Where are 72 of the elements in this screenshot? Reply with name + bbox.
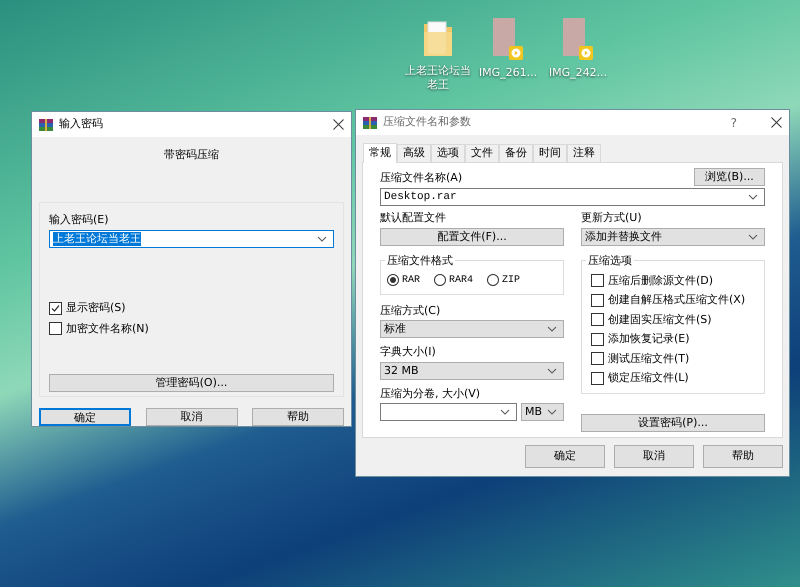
tab[interactable]: 常规 bbox=[363, 143, 397, 163]
play-icon bbox=[509, 46, 523, 60]
window-title: 压缩文件名和参数 bbox=[383, 114, 472, 130]
chevron-down-icon bbox=[748, 234, 758, 240]
browse-button[interactable]: 浏览(B)... bbox=[694, 168, 765, 186]
video-thumbnail[interactable] bbox=[493, 18, 515, 56]
checkbox-option[interactable]: 添加恢复记录(E) bbox=[591, 331, 755, 348]
checkbox-option[interactable]: 显示密码(S) bbox=[49, 300, 334, 316]
play-icon bbox=[579, 46, 593, 60]
checkbox[interactable] bbox=[49, 302, 62, 315]
archive-app-icon bbox=[363, 116, 377, 128]
checkbox[interactable] bbox=[591, 352, 604, 366]
field-label: 压缩方式(C) bbox=[380, 302, 442, 318]
dialog-heading: 带密码压缩 bbox=[164, 147, 219, 163]
tab[interactable]: 注释 bbox=[567, 144, 601, 162]
dialog-button[interactable]: 取消 bbox=[146, 408, 238, 426]
dialog-button[interactable]: 帮助 bbox=[252, 408, 344, 426]
close-icon[interactable] bbox=[333, 119, 344, 130]
checkbox-option[interactable]: 测试压缩文件(T) bbox=[591, 350, 755, 367]
radio-button[interactable] bbox=[487, 274, 500, 286]
window-title: 输入密码 bbox=[59, 116, 104, 132]
dialog-button[interactable]: 取消 bbox=[614, 445, 694, 468]
dropdown[interactable]: 32 MB bbox=[380, 362, 564, 380]
checkbox-option[interactable]: 锁定压缩文件(L) bbox=[591, 370, 755, 386]
close-icon[interactable] bbox=[771, 117, 782, 128]
checkbox-option[interactable]: 创建固实压缩文件(S) bbox=[591, 312, 755, 328]
checkbox-option[interactable]: 加密文件名称(N) bbox=[49, 320, 334, 337]
checkbox-option[interactable]: 压缩后删除源文件(D) bbox=[591, 272, 755, 289]
chevron-down-icon bbox=[547, 409, 557, 415]
radio-option[interactable]: RAR bbox=[387, 272, 420, 288]
dropdown[interactable]: 标准 bbox=[380, 320, 564, 338]
combo-field[interactable] bbox=[380, 403, 517, 421]
combo-field[interactable]: 上老王论坛当老王 bbox=[49, 230, 334, 248]
checkbox[interactable] bbox=[591, 274, 604, 288]
dropdown[interactable]: MB bbox=[521, 403, 564, 421]
checkbox[interactable] bbox=[591, 372, 604, 385]
archive-app-icon bbox=[39, 118, 53, 130]
tab[interactable]: 时间 bbox=[533, 144, 567, 162]
checkbox[interactable] bbox=[591, 332, 604, 346]
field-label: 更新方式(U) bbox=[581, 210, 643, 226]
field-label: 压缩文件名称(A) bbox=[380, 170, 462, 186]
field-label: 字典大小(I) bbox=[380, 344, 437, 360]
field-label: 压缩为分卷, 大小(V) bbox=[380, 386, 482, 402]
field-label: 默认配置文件 bbox=[380, 210, 447, 226]
dialog-button[interactable]: 确定 bbox=[39, 408, 131, 426]
chevron-down-icon bbox=[500, 409, 510, 415]
combo-field[interactable]: Desktop.rar bbox=[380, 188, 765, 206]
manage-passwords-button[interactable]: 管理密码(O)... bbox=[49, 374, 334, 392]
radio-option[interactable]: ZIP bbox=[487, 272, 520, 288]
checkbox[interactable] bbox=[591, 313, 604, 326]
checkbox[interactable] bbox=[591, 294, 604, 307]
profiles-button[interactable]: 配置文件(F)... bbox=[380, 228, 564, 246]
tab[interactable]: 文件 bbox=[465, 144, 499, 162]
radio-option[interactable]: RAR4 bbox=[434, 272, 474, 288]
checkbox[interactable] bbox=[49, 322, 62, 336]
chevron-down-icon bbox=[547, 368, 557, 374]
dropdown[interactable]: 添加并替换文件 bbox=[581, 228, 765, 246]
checkbox-option[interactable]: 创建自解压格式压缩文件(X) bbox=[591, 292, 755, 308]
radio-button[interactable] bbox=[387, 274, 399, 286]
tab[interactable]: 高级 bbox=[397, 144, 431, 162]
set-password-button[interactable]: 设置密码(P)... bbox=[581, 414, 765, 432]
dialog-button[interactable]: 帮助 bbox=[703, 445, 783, 468]
chevron-down-icon bbox=[547, 326, 557, 332]
dialog-button[interactable]: 确定 bbox=[525, 445, 605, 468]
video-thumbnail[interactable] bbox=[563, 18, 585, 56]
tab[interactable]: 备份 bbox=[499, 144, 533, 162]
radio-button[interactable] bbox=[434, 274, 446, 286]
chevron-down-icon bbox=[317, 236, 327, 242]
field-label: 输入密码(E) bbox=[49, 212, 110, 228]
chevron-down-icon bbox=[748, 194, 758, 200]
help-button[interactable]: ? bbox=[730, 114, 737, 132]
tab[interactable]: 选项 bbox=[431, 144, 465, 162]
